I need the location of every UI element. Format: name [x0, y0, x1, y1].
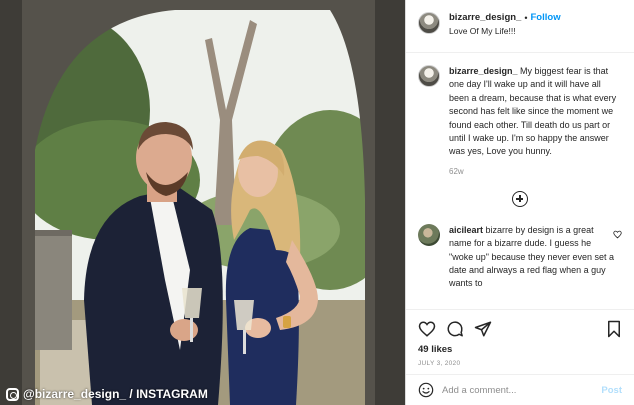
instagram-icon [6, 387, 19, 401]
author-username[interactable]: bizarre_design_ [449, 12, 521, 24]
post-location-subtitle: Love Of My Life!!! [449, 26, 516, 36]
caption-username[interactable]: bizarre_design_ [449, 66, 518, 76]
comment-icon[interactable] [446, 320, 464, 338]
bookmark-icon[interactable] [606, 320, 622, 338]
comment-like-heart-icon[interactable] [613, 230, 622, 239]
watermark-text: @bizarre_design_ / INSTAGRAM [23, 387, 208, 401]
list-item: aicileart bizarre by design is a great n… [418, 223, 622, 291]
caption-text-block: bizarre_design_ My biggest fear is that … [449, 65, 622, 159]
photo-illustration [0, 0, 405, 405]
post-comment-button[interactable]: Post [601, 385, 622, 396]
heart-icon[interactable] [418, 320, 436, 338]
caption-text: My biggest fear is that one day I'll wak… [449, 66, 617, 157]
comment-text-block: aicileart bizarre by design is a great n… [449, 224, 617, 291]
commenter-avatar[interactable] [418, 223, 440, 246]
plus-circle-icon [512, 190, 528, 207]
post-date: JULY 3, 2020 [418, 360, 461, 367]
post-side-panel: bizarre_design_ • Follow Love Of My Life… [405, 0, 634, 405]
smiley-icon[interactable] [418, 382, 434, 398]
paper-plane-icon[interactable] [474, 320, 492, 338]
commenter-username[interactable]: aicileart [449, 225, 483, 235]
author-avatar[interactable] [418, 12, 440, 34]
caption: bizarre_design_ My biggest fear is that … [418, 65, 622, 159]
load-more-comments-button[interactable] [418, 190, 622, 207]
likes-count[interactable]: 49 likes [418, 344, 622, 355]
photo-watermark: @bizarre_design_ / INSTAGRAM [6, 387, 208, 401]
add-comment-bar: Add a comment... Post [406, 374, 634, 405]
separator-dot: • [524, 13, 528, 23]
follow-button[interactable]: Follow [531, 12, 561, 24]
post-photo[interactable]: @bizarre_design_ / INSTAGRAM [0, 0, 405, 405]
caption-timestamp[interactable]: 62w [449, 167, 622, 176]
caption-avatar[interactable] [418, 65, 440, 87]
comments-list[interactable]: bizarre_design_ My biggest fear is that … [406, 53, 634, 309]
post-header: bizarre_design_ • Follow Love Of My Life… [406, 0, 634, 53]
comments-fade [406, 295, 634, 309]
add-comment-input[interactable]: Add a comment... [442, 385, 593, 396]
